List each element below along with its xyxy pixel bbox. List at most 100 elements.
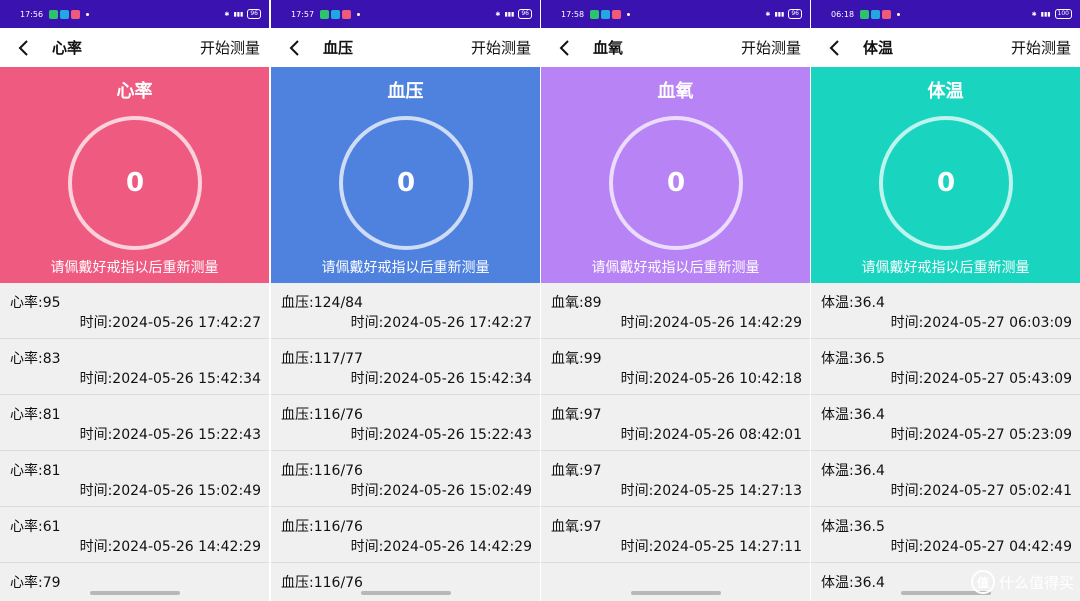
app-notification-icon xyxy=(871,9,881,19)
bluetooth-icon: ✱ xyxy=(224,10,230,18)
status-bar: 17:57 ✱ ▮▮▮ 96 xyxy=(271,0,540,28)
history-list: 血压:124/84 时间:2024-05-26 17:42:27 血压:117/… xyxy=(271,283,540,601)
record-row[interactable]: 心率:83 时间:2024-05-26 15:42:34 xyxy=(0,339,269,395)
record-row[interactable]: 血压:124/84 时间:2024-05-26 17:42:27 xyxy=(271,283,540,339)
record-time: 时间:2024-05-26 15:02:49 xyxy=(350,483,532,499)
app-notification-icon xyxy=(601,9,611,19)
panel-title: 心率 xyxy=(116,81,153,102)
history-list: 血氧:89 时间:2024-05-26 14:42:29 血氧:99 时间:20… xyxy=(541,283,810,563)
measurement-value: 0 xyxy=(125,168,145,198)
status-bar: 06:18 ✱ ▮▮▮ 100 xyxy=(811,0,1080,28)
start-measurement-button[interactable]: 开始测量 xyxy=(471,37,531,58)
record-value: 心率:81 xyxy=(10,463,61,479)
record-row[interactable]: 血氧:89 时间:2024-05-26 14:42:29 xyxy=(541,283,810,339)
record-time: 时间:2024-05-26 15:02:49 xyxy=(79,483,261,499)
record-time: 时间:2024-05-26 17:42:27 xyxy=(79,315,261,331)
record-row[interactable]: 心率:61 时间:2024-05-26 14:42:29 xyxy=(0,507,269,563)
back-arrow-icon[interactable] xyxy=(8,28,38,67)
bluetooth-icon: ✱ xyxy=(1031,10,1037,18)
watermark: 值 什么值得买 xyxy=(970,567,1074,597)
screenshot-collage: 17:56 ✱ ▮▮▮ 96 心率 开始测量 心率 0 请佩戴好戒指以后重新测量… xyxy=(0,0,1080,601)
app-notification-icon xyxy=(860,9,870,19)
gesture-nav-bar[interactable] xyxy=(631,591,721,595)
measurement-value: 0 xyxy=(396,168,416,198)
watermark-text: 什么值得买 xyxy=(998,573,1074,592)
record-time: 时间:2024-05-26 15:42:34 xyxy=(79,371,261,387)
record-row[interactable]: 体温:36.4 时间:2024-05-27 06:03:09 xyxy=(811,283,1080,339)
panel-title: 血氧 xyxy=(657,81,694,102)
record-row[interactable]: 血压:116/76 时间:2024-05-26 14:42:29 xyxy=(271,507,540,563)
status-bar: 17:58 ✱ ▮▮▮ 96 xyxy=(541,0,810,28)
app-notification-icon xyxy=(342,9,352,19)
record-value: 血氧:97 xyxy=(551,519,602,535)
record-row[interactable]: 体温:36.4 时间:2024-05-27 05:02:41 xyxy=(811,451,1080,507)
record-row[interactable]: 心率:81 时间:2024-05-26 15:02:49 xyxy=(0,451,269,507)
record-time: 时间:2024-05-27 05:02:41 xyxy=(890,483,1072,499)
record-row[interactable]: 血氧:99 时间:2024-05-26 10:42:18 xyxy=(541,339,810,395)
record-value: 心率:83 xyxy=(10,351,61,367)
app-notification-icon xyxy=(590,9,600,19)
record-row[interactable]: 血氧:97 时间:2024-05-25 14:27:13 xyxy=(541,451,810,507)
record-row[interactable]: 血压:117/77 时间:2024-05-26 15:42:34 xyxy=(271,339,540,395)
start-measurement-button[interactable]: 开始测量 xyxy=(1011,37,1071,58)
record-row[interactable]: 血氧:97 时间:2024-05-26 08:42:01 xyxy=(541,395,810,451)
app-notification-icon xyxy=(71,9,81,19)
notification-icons xyxy=(49,9,90,19)
gesture-nav-bar[interactable] xyxy=(361,591,451,595)
measurement-value: 0 xyxy=(936,168,956,198)
start-measurement-button[interactable]: 开始测量 xyxy=(200,37,260,58)
back-arrow-icon[interactable] xyxy=(279,28,309,67)
record-time: 时间:2024-05-27 04:42:49 xyxy=(890,539,1072,555)
signal-icon: ▮▮▮ xyxy=(233,10,244,18)
status-time: 17:56 xyxy=(20,9,44,19)
panel-title: 体温 xyxy=(927,81,964,102)
record-value: 体温:36.4 xyxy=(821,295,885,311)
status-time: 17:57 xyxy=(291,9,315,19)
page-title: 血压 xyxy=(323,39,354,57)
status-indicators: ✱ ▮▮▮ 96 xyxy=(224,9,261,19)
status-bar: 17:56 ✱ ▮▮▮ 96 xyxy=(0,0,269,28)
measurement-panel: 血压 0 请佩戴好戒指以后重新测量 xyxy=(271,67,540,283)
record-value: 血氧:97 xyxy=(551,407,602,423)
phone-screen-0: 17:56 ✱ ▮▮▮ 96 心率 开始测量 心率 0 请佩戴好戒指以后重新测量… xyxy=(0,0,269,601)
record-value: 体温:36.4 xyxy=(821,463,885,479)
app-notification-icon xyxy=(60,9,70,19)
wear-ring-hint: 请佩戴好戒指以后重新测量 xyxy=(321,260,490,276)
battery-icon: 96 xyxy=(247,9,261,19)
record-row[interactable]: 血压:116/76 时间:2024-05-26 15:22:43 xyxy=(271,395,540,451)
record-value: 血压:116/76 xyxy=(281,519,363,535)
signal-icon: ▮▮▮ xyxy=(1040,10,1051,18)
record-row[interactable]: 体温:36.5 时间:2024-05-27 05:43:09 xyxy=(811,339,1080,395)
record-row[interactable]: 心率:79 xyxy=(0,563,269,601)
record-row[interactable]: 体温:36.5 时间:2024-05-27 04:42:49 xyxy=(811,507,1080,563)
record-value: 血氧:89 xyxy=(551,295,602,311)
back-arrow-icon[interactable] xyxy=(549,28,579,67)
record-row[interactable]: 体温:36.4 时间:2024-05-27 05:23:09 xyxy=(811,395,1080,451)
notification-icons xyxy=(320,9,361,19)
app-notification-icon xyxy=(320,9,330,19)
record-row[interactable]: 心率:95 时间:2024-05-26 17:42:27 xyxy=(0,283,269,339)
record-row[interactable]: 血氧:97 时间:2024-05-25 14:27:11 xyxy=(541,507,810,563)
start-measurement-button[interactable]: 开始测量 xyxy=(741,37,801,58)
record-value: 体温:36.4 xyxy=(821,407,885,423)
record-value: 血压:116/76 xyxy=(281,407,363,423)
record-time: 时间:2024-05-27 05:43:09 xyxy=(890,371,1072,387)
measurement-panel: 血氧 0 请佩戴好戒指以后重新测量 xyxy=(541,67,810,283)
record-row[interactable]: 心率:81 时间:2024-05-26 15:22:43 xyxy=(0,395,269,451)
bluetooth-icon: ✱ xyxy=(765,10,771,18)
measurement-ring: 0 xyxy=(68,116,202,250)
record-time: 时间:2024-05-27 05:23:09 xyxy=(890,427,1072,443)
wear-ring-hint: 请佩戴好戒指以后重新测量 xyxy=(861,260,1030,276)
record-row[interactable]: 血压:116/76 xyxy=(271,563,540,601)
panel-title: 血压 xyxy=(387,81,424,102)
app-bar: 血氧 开始测量 xyxy=(541,28,810,67)
watermark-logo-icon: 值 xyxy=(970,570,995,594)
status-indicators: ✱ ▮▮▮ 96 xyxy=(495,9,532,19)
page-title: 心率 xyxy=(52,39,83,57)
gesture-nav-bar[interactable] xyxy=(90,591,180,595)
measurement-ring: 0 xyxy=(879,116,1013,250)
back-arrow-icon[interactable] xyxy=(819,28,849,67)
record-time: 时间:2024-05-26 15:22:43 xyxy=(350,427,532,443)
record-row[interactable]: 血压:116/76 时间:2024-05-26 15:02:49 xyxy=(271,451,540,507)
record-value: 体温:36.5 xyxy=(821,351,885,367)
